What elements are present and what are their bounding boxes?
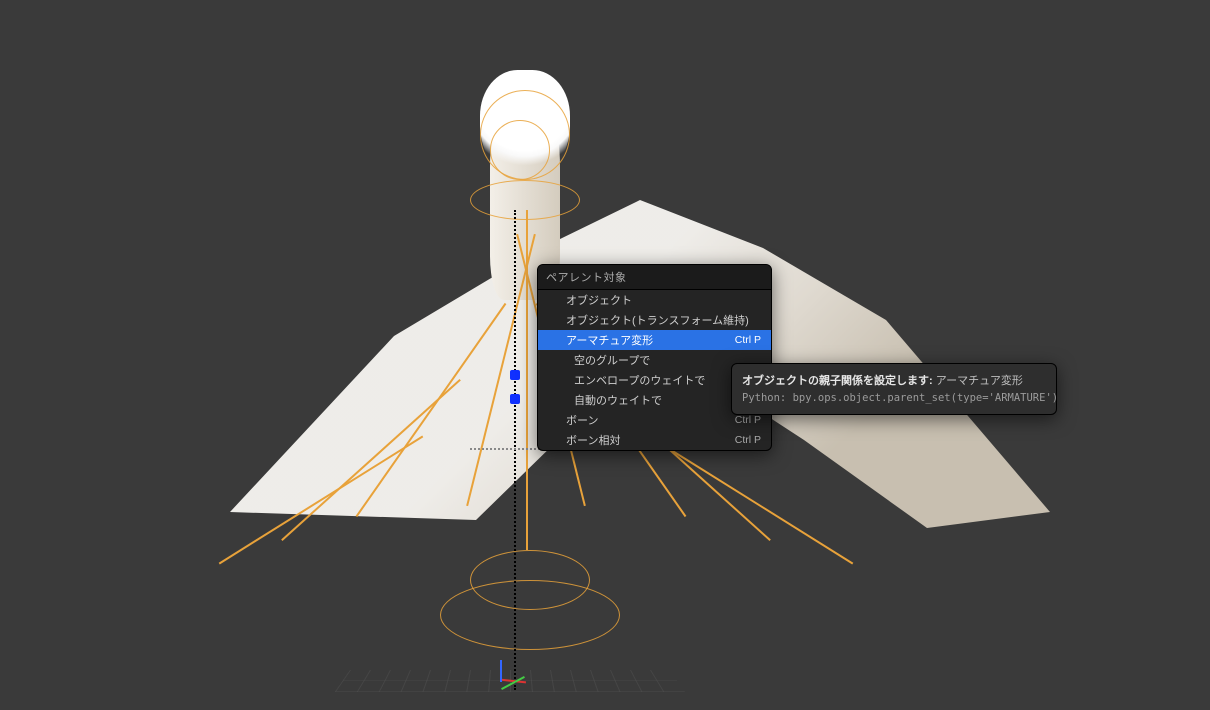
tooltip-python-code: bpy.ops.object.parent_set(type='ARMATURE… [793,392,1059,404]
menu-item-label: オブジェクト [566,292,632,308]
bone-handle[interactable] [510,394,520,404]
tooltip-title-value: アーマチュア変形 [936,375,1023,387]
menu-item-label: アーマチュア変形 [566,332,653,348]
menu-item-object[interactable]: オブジェクト [538,290,771,310]
menu-item-armature-deform[interactable]: アーマチュア変形 Ctrl P [538,330,771,350]
menu-item-bone-relative[interactable]: ボーン相対 Ctrl P [538,430,771,450]
menu-item-label: エンベロープのウェイトで [574,372,705,388]
menu-item-label: ボーン相対 [566,432,620,448]
menu-item-shortcut: Ctrl P [735,434,761,446]
menu-item-label: 自動のウェイトで [574,392,662,408]
menu-item-label: 空のグループで [574,352,650,368]
armature-origin-line [514,210,516,690]
menu-item-label: ボーン [566,412,598,428]
axis-z [500,660,502,682]
tooltip-python-prefix: Python: [742,392,786,404]
menu-item-label: オブジェクト(トランスフォーム維持) [566,312,749,328]
menu-item-object-keep-transform[interactable]: オブジェクト(トランスフォーム維持) [538,310,771,330]
tooltip-title-label: オブジェクトの親子関係を設定します: [742,375,933,387]
axis-gizmo[interactable] [500,680,580,710]
menu-header: ペアレント対象 [538,265,771,290]
menu-item-shortcut: Ctrl P [735,414,761,426]
operator-tooltip: オブジェクトの親子関係を設定します: アーマチュア変形 Python: bpy.… [731,363,1057,415]
bone-handle[interactable] [510,370,520,380]
menu-item-shortcut: Ctrl P [735,334,761,346]
parent-context-menu[interactable]: ペアレント対象 オブジェクト オブジェクト(トランスフォーム維持) アーマチュア… [537,264,772,451]
viewport-3d[interactable]: Ctrl P Ctrl P ペアレント対象 オブジェクト オブジェクト(トランス… [0,0,1210,710]
